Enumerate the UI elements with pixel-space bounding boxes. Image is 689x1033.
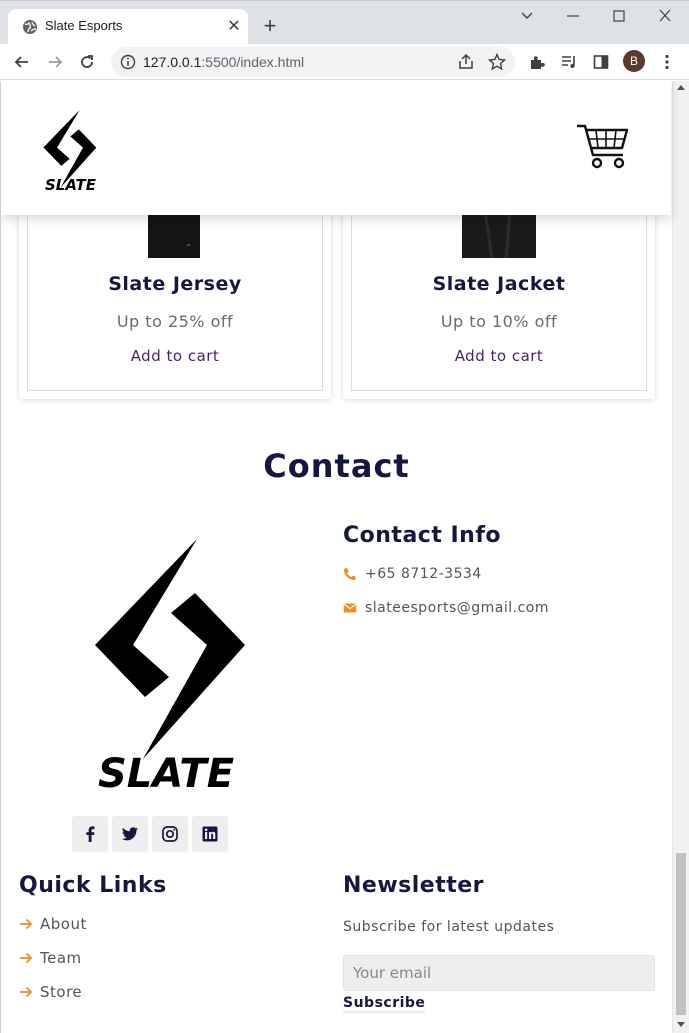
extensions-puzzle-icon[interactable] [527, 52, 547, 72]
profile-avatar[interactable]: B [623, 50, 645, 72]
linkedin-button[interactable] [192, 816, 228, 852]
quick-link-store[interactable]: Store [19, 983, 219, 1003]
close-tab-icon[interactable]: ✕ [226, 18, 242, 34]
product-discount: Up to 25% off [116, 312, 234, 331]
product-card-inner: Slate Jacket Up to 10% off Add to cart [351, 190, 647, 391]
contact-info-heading: Contact Info [343, 523, 502, 548]
svg-text:^: ^ [186, 244, 191, 251]
product-title: Slate Jersey [108, 273, 242, 295]
contact-heading: Contact [263, 447, 410, 485]
scroll-down-arrow-icon[interactable] [677, 1022, 685, 1027]
newsletter-subtitle: Subscribe for latest updates [343, 919, 555, 935]
page-viewport: ^ Slate Jersey Up to 25% off Add to cart… [0, 81, 689, 1033]
page-scrollbar[interactable] [672, 81, 689, 1033]
close-window-icon[interactable] [653, 7, 677, 25]
facebook-icon [86, 826, 95, 842]
browser-tab[interactable]: Slate Esports ✕ [8, 9, 248, 45]
facebook-button[interactable] [72, 816, 108, 852]
globe-icon [23, 20, 37, 34]
tab-search-chevron-icon[interactable] [515, 7, 539, 25]
twitter-icon [121, 827, 138, 841]
product-card-jacket: Slate Jacket Up to 10% off Add to cart [343, 190, 655, 399]
arrow-right-icon [20, 918, 33, 930]
arrow-right-icon [20, 986, 33, 998]
media-queue-icon[interactable] [559, 52, 579, 72]
phone-icon [343, 568, 356, 580]
share-icon[interactable] [456, 52, 476, 72]
product-card-inner: ^ Slate Jersey Up to 25% off Add to cart [27, 191, 323, 391]
scrollbar-thumb[interactable] [676, 853, 686, 1015]
address-bar[interactable]: 127.0.0.1:5500/index.html [111, 47, 515, 77]
product-discount: Up to 10% off [440, 312, 558, 331]
newsletter-heading: Newsletter [343, 873, 485, 898]
quick-link-team[interactable]: Team [19, 949, 219, 969]
site-header: SLATE [1, 81, 671, 215]
instagram-button[interactable] [152, 816, 188, 852]
product-card-jersey: ^ Slate Jersey Up to 25% off Add to cart [19, 191, 331, 399]
browser-toolbar: 127.0.0.1:5500/index.html B [0, 44, 689, 80]
site-info-icon[interactable] [119, 53, 137, 71]
shopping-cart-icon[interactable] [575, 121, 631, 171]
linkedin-icon [202, 826, 218, 842]
product-title: Slate Jacket [432, 273, 566, 295]
quick-links-heading: Quick Links [19, 873, 167, 898]
logo-large-wordmark: SLATE [98, 751, 235, 797]
minimize-icon[interactable] [561, 7, 585, 25]
menu-kebab-icon[interactable] [657, 52, 677, 72]
subscribe-button[interactable]: Subscribe [343, 995, 425, 1011]
back-arrow-icon[interactable] [12, 52, 32, 72]
envelope-icon [343, 603, 357, 613]
add-to-cart-link[interactable]: Add to cart [28, 347, 322, 365]
bookmark-star-icon[interactable] [487, 52, 507, 72]
instagram-icon [162, 826, 178, 842]
slate-logo-large-icon [95, 539, 245, 759]
add-to-cart-link[interactable]: Add to cart [352, 347, 646, 365]
forward-arrow-icon[interactable] [45, 52, 65, 72]
reload-icon[interactable] [77, 52, 97, 72]
twitter-button[interactable] [112, 816, 148, 852]
scroll-up-arrow-icon[interactable] [677, 85, 685, 90]
browser-tab-strip: Slate Esports ✕ + [0, 0, 689, 45]
tab-title: Slate Esports [45, 18, 123, 33]
maximize-icon[interactable] [607, 7, 631, 25]
quick-link-about[interactable]: About [19, 915, 219, 935]
side-panel-icon[interactable] [591, 52, 611, 72]
address-url: 127.0.0.1:5500/index.html [143, 54, 305, 70]
logo-wordmark: SLATE [45, 176, 97, 194]
newsletter-email-input[interactable] [343, 955, 655, 991]
new-tab-icon[interactable]: + [259, 15, 281, 37]
arrow-right-icon [20, 952, 33, 964]
